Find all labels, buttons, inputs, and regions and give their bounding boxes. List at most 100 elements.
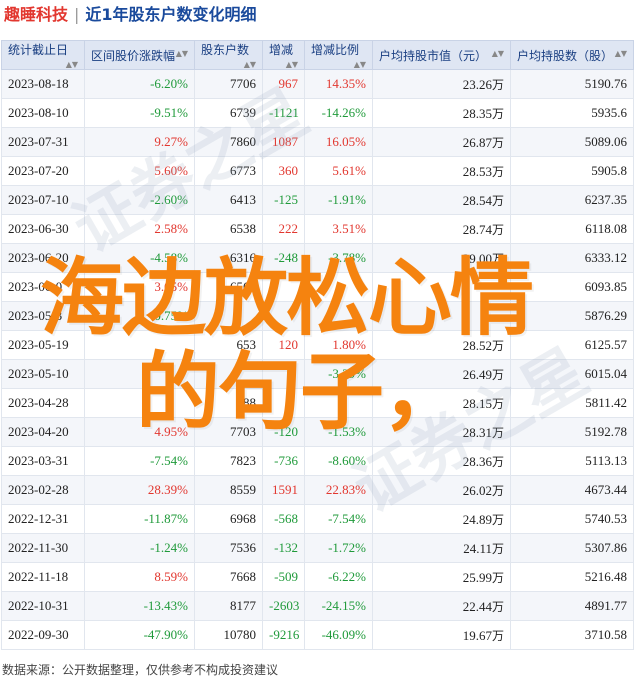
row-price-change-value: -2.60% — [150, 192, 188, 207]
unit-label: 万 — [491, 599, 504, 614]
row-avg-value: 19.67万 — [372, 620, 511, 650]
unit-label: 万 — [491, 77, 504, 92]
row-date-value: 2023-06-30 — [8, 221, 69, 236]
row-avg-shares-value: 5089.06 — [584, 134, 627, 149]
row-price-change: 2.58% — [84, 214, 195, 244]
row-avg-shares-value: 6015.04 — [584, 366, 627, 381]
sort-arrows-icon: ▲▼ — [175, 48, 188, 58]
row-price-change-value: -47.90% — [143, 627, 188, 642]
sort-arrows-icon: ▲▼ — [353, 60, 366, 69]
row-avg-value-value: 28.36 — [462, 453, 492, 469]
row-avg-value-value: 22.44 — [462, 598, 492, 614]
row-holders-value: 7823 — [230, 453, 256, 468]
row-avg-shares: 5307.86 — [510, 533, 634, 563]
row-date-value: 2023-07-10 — [8, 192, 69, 207]
row-price-change: -11.87% — [84, 504, 195, 534]
row-holders: 6968 — [194, 504, 263, 534]
row-avg-value: 28.54万 — [372, 185, 511, 215]
row-delta-value: -132 — [274, 540, 298, 555]
row-delta-ratio: -6.22% — [304, 562, 373, 592]
row-holders-value: 7860 — [230, 134, 256, 149]
row-date: 2023-08-18 — [1, 69, 85, 99]
row-avg-value: 28.35万 — [372, 98, 511, 128]
row-date: 2023-08-10 — [1, 98, 85, 128]
table-row: 2022-09-30 -47.90% 10780 -9216 -46.09% 19.67万… — [1, 620, 634, 650]
table-row: 2023-02-28 28.39% 8559 1591 22.83% 26.02万 4673… — [1, 475, 634, 505]
row-holders-value: 8559 — [230, 482, 256, 497]
column-header[interactable]: 增减 ▲▼ — [262, 40, 305, 70]
row-avg-value: 24.89万 — [372, 504, 511, 534]
row-delta-value: 1591 — [272, 482, 298, 497]
unit-label: 万 — [491, 396, 504, 411]
row-price-change-value: -7.54% — [150, 453, 188, 468]
company-name[interactable]: 趣睡科技 — [4, 5, 68, 24]
row-date: 2023-07-31 — [1, 127, 85, 157]
column-header[interactable]: 增减比例 ▲▼ — [304, 40, 373, 70]
row-delta-ratio: 14.35% — [304, 69, 373, 99]
row-price-change: 8.59% — [84, 562, 195, 592]
row-avg-value: 28.74万 — [372, 214, 511, 244]
row-delta-ratio: -8.60% — [304, 446, 373, 476]
row-price-change-value: -9.51% — [150, 105, 188, 120]
row-holders-value: 6413 — [230, 192, 256, 207]
row-delta-ratio: -24.15% — [304, 591, 373, 621]
unit-label: 万 — [491, 106, 504, 121]
row-date: 2023-07-20 — [1, 156, 85, 186]
overlay-text-line2: 的句子， — [136, 343, 466, 441]
row-avg-value: 25.99万 — [372, 562, 511, 592]
row-delta-value: -9216 — [269, 627, 300, 642]
row-delta-value: -1121 — [269, 105, 299, 120]
column-header[interactable]: 股东户数 ▲▼ — [194, 40, 263, 70]
row-avg-value-value: 26.49 — [462, 366, 492, 382]
row-holders: 7860 — [194, 127, 263, 157]
column-header[interactable]: 户均持股数（股） ▲▼ — [510, 40, 634, 70]
row-holders-value: 7536 — [230, 540, 256, 555]
row-delta-ratio-value: -14.26% — [321, 105, 366, 120]
table-row: 2022-11-30 -1.24% 7536 -132 -1.72% 24.11万 5307… — [1, 533, 634, 563]
row-holders: 8177 — [194, 591, 263, 621]
unit-label: 万 — [491, 222, 504, 237]
row-delta: -2603 — [262, 591, 305, 621]
row-delta-ratio: -46.09% — [304, 620, 373, 650]
row-date: 2023-04-28 — [1, 388, 85, 418]
row-avg-shares: 5113.13 — [510, 446, 634, 476]
row-avg-shares-value: 5307.86 — [584, 540, 627, 555]
table-row: 2023-07-10 -2.60% 6413 -125 -1.91% 28.54万 6237… — [1, 185, 634, 215]
row-delta-ratio: -7.54% — [304, 504, 373, 534]
row-date-value: 2023-02-28 — [8, 482, 69, 497]
column-header[interactable]: 区间股价涨跌幅 ▲▼ — [84, 40, 195, 70]
row-price-change-value: -6.20% — [150, 76, 188, 91]
row-avg-value-value: 28.53 — [462, 163, 492, 179]
row-delta-ratio: -1.72% — [304, 533, 373, 563]
row-price-change-value: -1.24% — [150, 540, 188, 555]
row-avg-value-value: 28.35 — [462, 105, 492, 121]
table-header-row: 统计截止日 ▲▼ 区间股价涨跌幅 ▲▼ 股东户数 ▲▼ 增减 ▲▼ 增减比例 ▲▼ 户均持股市值（元… — [1, 40, 634, 70]
row-date-value: 2023-05-10 — [8, 366, 69, 381]
row-avg-shares: 5190.76 — [510, 69, 634, 99]
row-delta-ratio: -1.91% — [304, 185, 373, 215]
row-avg-value-value: 25.99 — [462, 569, 492, 585]
row-date-value: 2022-12-31 — [8, 511, 69, 526]
row-avg-shares-value: 5905.8 — [591, 163, 627, 178]
row-holders: 6773 — [194, 156, 263, 186]
row-price-change-value: 2.58% — [154, 221, 188, 236]
row-delta-ratio: 16.05% — [304, 127, 373, 157]
row-delta-ratio-value: -6.22% — [328, 569, 366, 584]
row-price-change: 28.39% — [84, 475, 195, 505]
row-price-change: 5.60% — [84, 156, 195, 186]
row-avg-value: 22.44万 — [372, 591, 511, 621]
column-header[interactable]: 统计截止日 ▲▼ — [1, 40, 85, 70]
row-delta-ratio-value: 5.61% — [332, 163, 366, 178]
unit-label: 万 — [491, 193, 504, 208]
table-row: 2023-08-10 -9.51% 6739 -1121 -14.26% 28.35万 59… — [1, 98, 634, 128]
column-header[interactable]: 户均持股市值（元） ▲▼ — [372, 40, 511, 70]
table-row: 2022-11-18 8.59% 7668 -509 -6.22% 25.99万 5216.… — [1, 562, 634, 592]
row-price-change-value: -11.87% — [144, 511, 188, 526]
row-holders: 7536 — [194, 533, 263, 563]
row-avg-shares-value: 5113.13 — [585, 453, 627, 468]
row-date-value: 2022-09-30 — [8, 627, 69, 642]
table-row: 2023-08-18 -6.20% 7706 967 14.35% 23.26万 5190.… — [1, 69, 634, 99]
unit-label: 万 — [491, 570, 504, 585]
column-header-label: 增减 — [269, 43, 294, 57]
row-price-change: -1.24% — [84, 533, 195, 563]
